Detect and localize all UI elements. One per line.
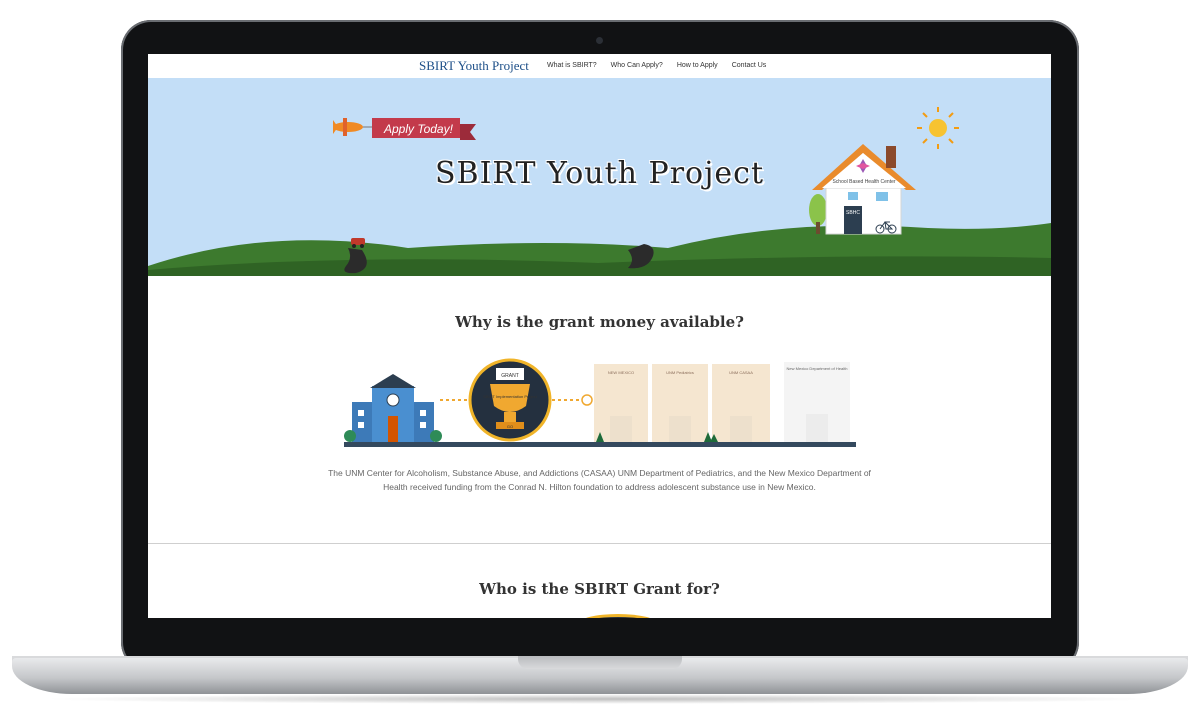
building-nm: NEW MEXICO <box>594 364 648 442</box>
section-badge-partial <box>578 614 658 618</box>
house-door-text: SBHC <box>846 210 860 216</box>
laptop-notch <box>518 656 682 669</box>
arrow-circle-icon <box>581 394 593 406</box>
section-divider <box>148 543 1051 544</box>
building-nm-doh: New Mexico Department of Health <box>784 362 850 442</box>
trophy-ribbon-text: GO <box>507 424 513 429</box>
apply-today-text: Apply Today! <box>383 122 454 136</box>
trophy-banner-text: GRANT <box>501 373 519 379</box>
site-nav: SBIRT Youth Project What is SBIRT? Who C… <box>148 54 1051 79</box>
building-label: UNM Pediatrics <box>666 370 694 375</box>
school-building-icon <box>352 374 434 442</box>
laptop-shadow <box>40 694 1160 704</box>
building-unm-casaa: UNM CASAA <box>712 364 770 442</box>
nav-link-who-can-apply[interactable]: Who Can Apply? <box>611 62 663 69</box>
ground-line <box>344 442 856 447</box>
nav-link-contact-us[interactable]: Contact Us <box>732 62 767 69</box>
hero-banner: Apply Today! School Based Health Center … <box>148 78 1051 276</box>
apply-today-banner[interactable]: Apply Today! <box>372 118 476 140</box>
plane-icon <box>333 118 372 136</box>
nav-link-what-is-sbirt[interactable]: What is SBIRT? <box>547 62 597 69</box>
building-label: New Mexico Department of Health <box>787 366 848 371</box>
camera-icon <box>596 37 603 44</box>
grant-description: The UNM Center for Alcoholism, Substance… <box>328 468 871 492</box>
site-brand[interactable]: SBIRT Youth Project <box>419 58 529 74</box>
section-title-who: Who is the SBIRT Grant for? <box>479 580 720 598</box>
grant-trophy-badge: GRANT SBIRT Implementation Project GO <box>468 358 552 442</box>
hero-title: SBIRT Youth Project <box>434 156 765 191</box>
nav-link-how-to-apply[interactable]: How to Apply <box>677 62 718 69</box>
nav-menu: What is SBIRT? Who Can Apply? How to App… <box>547 62 780 69</box>
browser-viewport: SBIRT Youth Project What is SBIRT? Who C… <box>148 54 1051 618</box>
grant-flow-illustration: GRANT SBIRT Implementation Project GO NE… <box>344 358 856 447</box>
trophy-label-text: SBIRT Implementation Project <box>483 394 538 399</box>
building-unm-pediatrics: UNM Pediatrics <box>652 364 708 442</box>
section-title-why: Why is the grant money available? <box>455 313 744 331</box>
building-label: UNM CASAA <box>729 370 753 375</box>
building-label: NEW MEXICO <box>608 370 634 375</box>
sun-icon <box>917 107 959 149</box>
